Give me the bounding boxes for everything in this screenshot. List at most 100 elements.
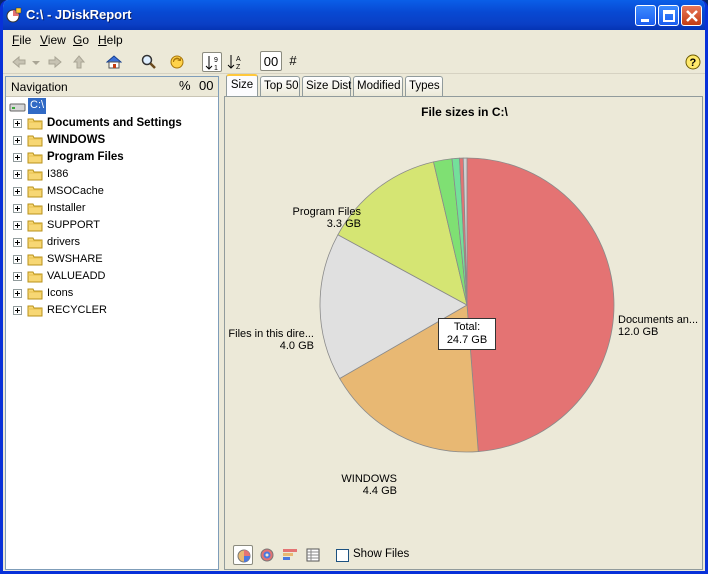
refresh-button[interactable] — [167, 52, 187, 72]
close-button[interactable] — [681, 5, 702, 26]
tree-item-label: Icons — [47, 287, 74, 299]
total-box: Total: 24.7 GB — [438, 318, 496, 350]
back-history-dropdown[interactable] — [29, 52, 41, 72]
tree-item[interactable]: MSOCache — [6, 183, 218, 200]
total-value: 24.7 GB — [446, 334, 488, 346]
expand-toggle[interactable] — [13, 153, 22, 162]
folder-icon — [27, 220, 43, 232]
tree-item-label: Documents and Settings — [47, 117, 182, 129]
expand-toggle[interactable] — [13, 119, 22, 128]
slice-name-label: WINDOWS — [341, 473, 397, 485]
pie-view-button[interactable] — [233, 545, 253, 565]
title-bar[interactable]: C:\ - JDiskReport — [3, 0, 705, 30]
toolbar: 91 AZ 00 # ? — [3, 50, 705, 74]
tab-types[interactable]: Types — [405, 76, 443, 96]
menu-go[interactable]: Go — [73, 33, 89, 47]
folder-icon — [27, 254, 43, 266]
menu-view[interactable]: View — [40, 33, 66, 47]
expand-toggle[interactable] — [13, 255, 22, 264]
tree-item[interactable]: VALUEADD — [6, 268, 218, 285]
help-icon: ? — [685, 54, 701, 70]
chart-bottom-bar: Show Files — [225, 541, 704, 569]
search-icon — [141, 54, 156, 69]
tree-item[interactable]: WINDOWS — [6, 132, 218, 149]
folder-icon — [27, 186, 43, 198]
pie-slice[interactable] — [466, 157, 615, 452]
show-files-label[interactable]: Show Files — [353, 548, 409, 560]
tree-root-drive[interactable]: C:\ — [9, 98, 69, 115]
slice-value-label: 12.0 GB — [618, 326, 658, 338]
sort-by-size-button[interactable]: 91 — [202, 52, 222, 72]
menu-bar: File View Go Help — [3, 30, 705, 50]
slice-value-label: 4.4 GB — [363, 485, 397, 497]
home-button[interactable] — [104, 52, 124, 72]
tree-item[interactable]: SUPPORT — [6, 217, 218, 234]
tab-size-dist[interactable]: Size Dist — [302, 76, 351, 96]
search-button[interactable] — [139, 52, 159, 72]
maximize-button[interactable] — [658, 5, 679, 26]
size-toggle[interactable]: 00 — [199, 78, 213, 93]
ring-view-button[interactable] — [257, 545, 277, 565]
percent-toggle[interactable]: % — [179, 78, 191, 93]
sort-by-name-button[interactable]: AZ — [225, 52, 245, 72]
folder-icon — [27, 118, 43, 130]
tab-modified[interactable]: Modified — [353, 76, 403, 96]
tab-top-50[interactable]: Top 50 — [260, 76, 300, 96]
expand-toggle[interactable] — [13, 306, 22, 315]
back-button[interactable] — [9, 52, 29, 72]
tree-root-label: C:\ — [28, 98, 47, 114]
tree-item-label: RECYCLER — [47, 304, 107, 316]
menu-help[interactable]: Help — [98, 33, 123, 47]
expand-toggle[interactable] — [13, 204, 22, 213]
tab-size[interactable]: Size — [226, 74, 258, 97]
show-count-button[interactable]: # — [284, 51, 302, 71]
bar-view-button[interactable] — [280, 545, 300, 565]
expand-toggle[interactable] — [13, 187, 22, 196]
expand-toggle[interactable] — [13, 136, 22, 145]
tree-item-label: drivers — [47, 236, 81, 248]
slice-name-label: Program Files — [293, 206, 362, 218]
tree-item[interactable]: I386 — [6, 166, 218, 183]
svg-text:1: 1 — [214, 65, 218, 71]
expand-toggle[interactable] — [13, 272, 22, 281]
menu-file[interactable]: File — [12, 33, 31, 47]
total-label: Total: — [453, 321, 481, 333]
pie-chart-icon — [237, 549, 251, 563]
help-button[interactable]: ? — [683, 52, 703, 72]
tree-item[interactable]: Installer — [6, 200, 218, 217]
tree-item-label: Program Files — [47, 151, 124, 163]
tree-item-label: SWSHARE — [47, 253, 103, 265]
slice-name-label: Documents an... — [618, 314, 698, 326]
up-button[interactable] — [69, 52, 89, 72]
expand-toggle[interactable] — [13, 221, 22, 230]
folder-icon — [27, 135, 43, 147]
chart-panel: File sizes in C:\ Documents an... 12.0 GB… — [224, 96, 703, 570]
svg-text:A: A — [236, 56, 241, 63]
show-files-checkbox[interactable] — [336, 549, 349, 562]
tree-item-label: MSOCache — [47, 185, 104, 197]
tree-item[interactable]: Documents and Settings — [6, 115, 218, 132]
folder-icon — [27, 203, 43, 215]
tree-item[interactable]: drivers — [6, 234, 218, 251]
folder-icon — [27, 288, 43, 300]
forward-button[interactable] — [45, 52, 65, 72]
main-pane: Size Top 50 Size Dist Modified Types File si… — [224, 74, 705, 570]
navigation-header: Navigation % 00 — [6, 77, 218, 97]
home-icon — [106, 55, 122, 69]
navigation-title: Navigation — [11, 80, 68, 94]
app-window: C:\ - JDiskReport File View Go Help 9 1 … — [0, 0, 708, 574]
tree-item[interactable]: RECYCLER — [6, 302, 218, 319]
show-size-digits-button[interactable]: 00 — [260, 51, 282, 71]
expand-toggle[interactable] — [13, 289, 22, 298]
minimize-button[interactable] — [635, 5, 656, 26]
expand-toggle[interactable] — [13, 170, 22, 179]
expand-toggle[interactable] — [13, 238, 22, 247]
table-view-button[interactable] — [303, 545, 323, 565]
refresh-icon — [170, 55, 184, 69]
tree-item[interactable]: Program Files — [6, 149, 218, 166]
slice-value-label: 4.0 GB — [280, 340, 314, 352]
tree-item[interactable]: Icons — [6, 285, 218, 302]
jdiskreport-app-icon — [6, 7, 22, 23]
folder-icon — [27, 237, 43, 249]
tree-item[interactable]: SWSHARE — [6, 251, 218, 268]
